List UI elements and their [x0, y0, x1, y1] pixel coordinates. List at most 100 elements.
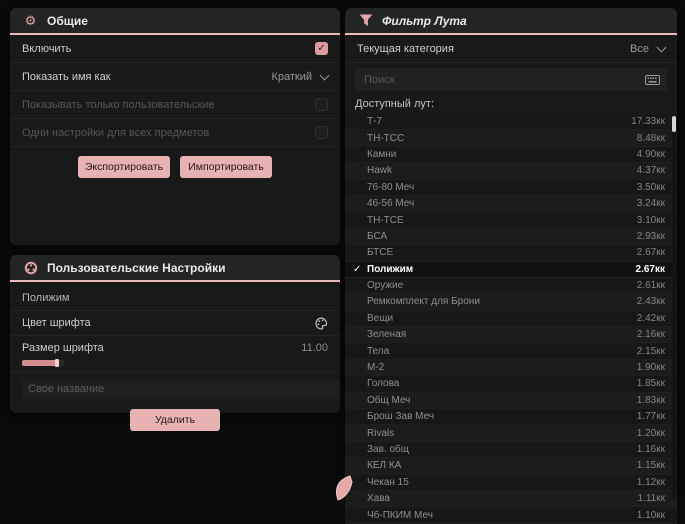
show-name-value: Краткий — [271, 70, 312, 83]
import-button[interactable]: Импортировать — [180, 156, 272, 178]
loot-name: Т-7 — [367, 116, 382, 128]
setting-row-same-settings: Одни настройки для всех предметов — [10, 119, 340, 147]
scrollbar — [672, 114, 676, 499]
list-item[interactable]: ТН-ТСС 8.48кк — [345, 130, 677, 147]
loot-name: Камни — [367, 148, 397, 160]
scrollbar-thumb[interactable] — [672, 116, 676, 132]
loot-value: 1.90кк — [636, 362, 665, 374]
loot-list: Т-7 17.33кк ТН-ТСС 8.48кк Камни 4.90кк Hawk 4.3… — [345, 114, 677, 524]
loot-value: 2.93кк — [636, 230, 665, 242]
list-item[interactable]: Зав. общ 1.16кк — [345, 441, 677, 459]
export-button[interactable]: Экспортировать — [78, 156, 170, 178]
font-color-label: Цвет шрифта — [22, 317, 91, 329]
loot-value: 2.67кк — [635, 263, 665, 275]
list-item[interactable]: Камни 4.90кк — [345, 146, 677, 164]
list-item[interactable]: Rivals 1.20кк — [345, 425, 677, 442]
loot-name: ТН-ТСС — [367, 132, 405, 144]
panel-title: Фильтр Лута — [382, 13, 467, 28]
loot-value: 1.83кк — [636, 394, 665, 406]
list-item[interactable]: ТН-ТСЕ 3.10кк — [345, 212, 677, 229]
delete-button[interactable]: Удалить — [130, 409, 220, 431]
list-item[interactable]: БСА 2.93кк — [345, 228, 677, 246]
list-item[interactable]: Хава 1.11кк — [345, 490, 677, 508]
category-row: Текущая категория Все — [345, 35, 677, 63]
list-item[interactable]: Брош Зав Меч 1.77кк — [345, 409, 677, 426]
list-item[interactable]: 46-56 Меч 3.24кк — [345, 195, 677, 213]
loot-value: 8.48кк — [636, 132, 665, 144]
funnel-icon — [358, 13, 373, 28]
enable-checkbox[interactable]: ✓ — [315, 42, 328, 55]
list-item[interactable]: Hawk 4.37кк — [345, 163, 677, 180]
list-item[interactable]: Т-7 17.33кк — [345, 114, 677, 131]
chevron-down-icon — [656, 42, 667, 52]
loot-value: 1.12кк — [636, 476, 665, 488]
palette-icon[interactable] — [315, 316, 328, 330]
show-name-select[interactable]: Краткий — [271, 70, 330, 83]
setting-row-show-name: Показать имя как Краткий — [10, 63, 340, 91]
list-item[interactable]: Оружие 2.61кк — [345, 277, 677, 295]
loot-value: 1.15кк — [636, 460, 665, 472]
loot-name: Полижим — [367, 263, 414, 275]
only-custom-checkbox[interactable] — [315, 98, 328, 111]
loot-value: 1.10кк — [636, 509, 665, 521]
search-bar — [355, 68, 667, 91]
list-item[interactable]: КЕЛ КА 1.15кк — [345, 458, 677, 475]
loot-value: 2.61кк — [636, 280, 665, 292]
list-item[interactable]: Общ Меч 1.83кк — [345, 392, 677, 410]
loot-value: 4.37кк — [636, 165, 665, 177]
loot-name: 46-56 Меч — [367, 198, 415, 210]
loot-name: Хава — [367, 493, 390, 505]
list-item[interactable]: Зеленая 2.16кк — [345, 327, 677, 344]
slider-handle[interactable] — [55, 359, 59, 367]
same-settings-checkbox[interactable] — [315, 126, 328, 139]
loot-value: 2.67кк — [636, 247, 665, 259]
category-select[interactable]: Все — [630, 42, 667, 55]
loot-value: 4.90кк — [636, 148, 665, 160]
available-loot-label: Доступный лут: — [355, 98, 435, 110]
loot-name: ТН-ТСЕ — [367, 214, 404, 226]
loot-value: 2.15кк — [636, 345, 665, 357]
font-size-slider-wrap — [10, 359, 340, 373]
loot-value: 2.42кк — [636, 312, 665, 324]
list-item[interactable]: БТСЕ 2.67кк — [345, 245, 677, 262]
check-icon: ✓ — [353, 263, 362, 275]
loot-name: Rivals — [367, 427, 395, 439]
only-custom-label: Показывать только пользовательские — [22, 98, 215, 111]
list-item[interactable]: Чекан 15 1.12кк — [345, 474, 677, 491]
list-item[interactable]: Голова 1.85кк — [345, 376, 677, 393]
slider-fill — [22, 360, 58, 366]
list-item[interactable]: 76-80 Меч 3.50кк — [345, 179, 677, 196]
export-import-buttons: Экспортировать Импортировать — [10, 156, 340, 178]
custom-name-input[interactable] — [22, 379, 340, 399]
font-color-row: Цвет шрифта — [10, 310, 340, 335]
list-item[interactable]: Тела 2.15кк — [345, 343, 677, 360]
setting-row-only-custom: Показывать только пользовательские — [10, 91, 340, 119]
keyboard-icon[interactable] — [645, 74, 660, 85]
list-item[interactable]: Вещи 2.42кк — [345, 310, 677, 328]
panel-title: Общие — [47, 13, 88, 28]
list-item[interactable]: ✓ Полижим 2.67кк — [345, 261, 677, 278]
loot-name: Hawk — [367, 165, 393, 177]
search-input[interactable] — [362, 72, 639, 87]
panel-general-settings: ⚙ Общие Включить ✓ Показать имя как Крат… — [10, 8, 340, 245]
loot-value: 2.43кк — [636, 296, 665, 308]
list-item[interactable]: Чб-ПКИМ Меч 1.10кк — [345, 507, 677, 524]
list-item[interactable]: Ремкомплект для Брони 2.43кк — [345, 294, 677, 311]
show-name-label: Показать имя как — [22, 70, 111, 83]
panel-custom-settings: Пользовательские Настройки Полижим Цвет … — [10, 255, 340, 431]
font-size-row: Размер шрифта 11.00 — [10, 335, 340, 360]
loot-name: Общ Меч — [367, 394, 411, 406]
category-value: Все — [630, 42, 649, 55]
chevron-down-icon — [319, 70, 330, 80]
loot-name: КЕЛ КА — [367, 460, 402, 472]
loot-name: Оружие — [367, 280, 404, 292]
panel-custom-header: Пользовательские Настройки — [10, 255, 340, 282]
loot-name: БСА — [367, 230, 388, 242]
loot-value: 1.11кк — [637, 493, 665, 505]
loot-value: 2.16кк — [636, 329, 665, 341]
font-size-slider[interactable] — [22, 359, 64, 367]
loot-value: 17.33кк — [631, 116, 665, 128]
list-item[interactable]: М-2 1.90кк — [345, 359, 677, 377]
loot-name: Чекан 15 — [367, 476, 409, 488]
loot-name: Вещи — [367, 312, 394, 324]
